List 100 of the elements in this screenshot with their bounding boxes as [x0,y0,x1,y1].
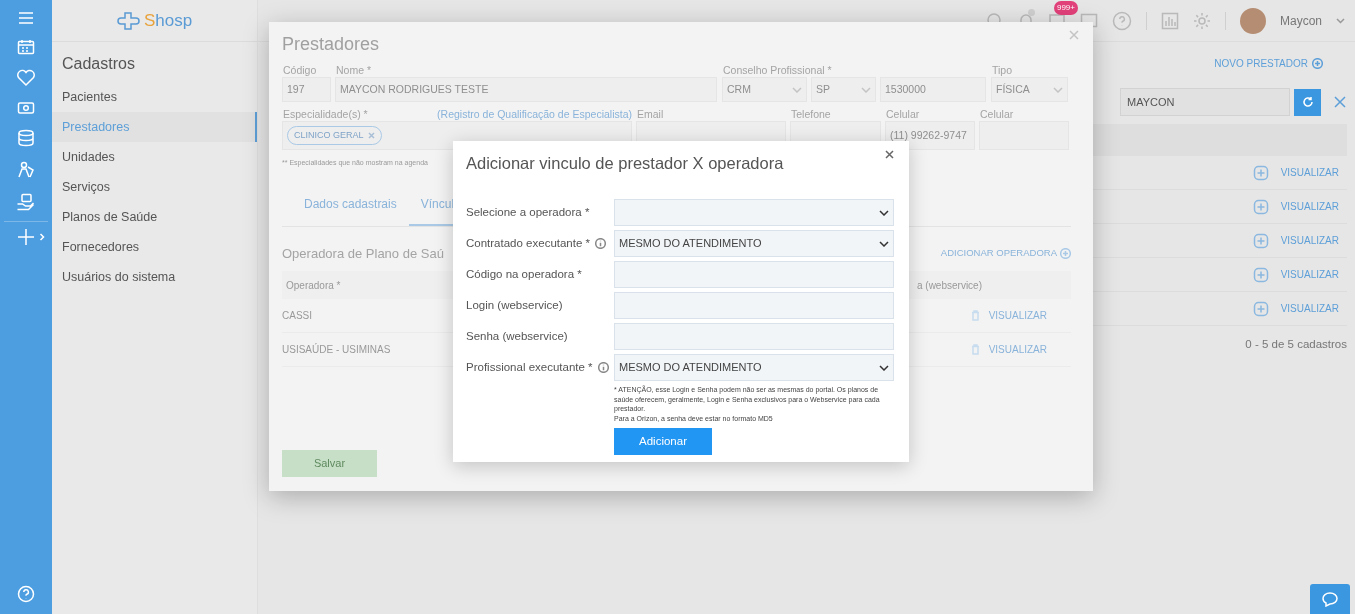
input-field[interactable]: 197 [282,77,331,102]
field-label: Código [282,63,317,77]
input-field[interactable] [614,323,894,350]
sidebar-item[interactable]: Unidades [52,142,257,172]
chevron-down-icon [879,240,889,247]
input-field[interactable] [614,292,894,319]
view-link[interactable]: VISUALIZAR [1280,233,1339,248]
input-field[interactable]: MAYCON RODRIGUES TESTE [335,77,717,102]
chevron-down-icon [861,86,871,93]
select-field[interactable]: SP [811,77,876,102]
chat-icon [1321,591,1339,607]
chevron-down-icon [792,86,802,93]
input-field[interactable]: 1530000 [880,77,986,102]
calendar-icon[interactable] [17,39,35,55]
close-icon [885,150,894,159]
logo-text: Shosp [143,9,193,32]
field-label: Contratado executante * [466,235,591,251]
select-field[interactable]: MESMO DO ATENDIMENTO [614,230,894,257]
database-icon[interactable] [17,129,35,147]
avatar[interactable] [1239,7,1266,34]
plus-icon[interactable] [17,228,35,246]
tab[interactable]: Dados cadastrais [292,184,409,226]
chevron-down-icon [1053,86,1063,93]
hand-icon[interactable] [16,193,36,211]
field-label: Celular [885,107,920,121]
column-header: Operadora * [286,278,341,293]
close-icon [1069,30,1079,40]
qualification-link[interactable]: (Registro de Qualificação de Especialista) [437,107,632,121]
sidebar-item[interactable]: Fornecedores [52,232,257,262]
tag-label: CLINICO GERAL [294,128,364,142]
field-label: Nome * [335,63,371,77]
info-icon[interactable] [595,238,607,249]
column-header: a (webservice) [916,278,982,293]
field-label: Tipo [991,63,1013,77]
new-provider-link[interactable]: NOVO PRESTADOR [1214,56,1308,71]
view-link[interactable]: VISUALIZAR [1280,301,1339,316]
trash-icon[interactable] [970,344,980,355]
chart-icon[interactable] [1160,11,1179,30]
modal-title: Adicionar vinculo de prestador X operadora [466,153,784,173]
view-link[interactable]: VISUALIZAR [1280,199,1339,214]
input-field[interactable]: (11) 99262-9747 [885,121,975,150]
sidebar-item[interactable]: Serviços [52,172,257,202]
save-button[interactable]: Salvar [282,450,377,477]
section-title: Operadora de Plano de Saú [282,244,444,263]
chevron-down-icon[interactable] [1336,17,1345,24]
close-icon[interactable] [1333,95,1347,109]
field-label: Profissional executante * [466,359,593,375]
field-label: Selecione a operadora * [466,204,590,220]
select-field[interactable]: CRM [722,77,807,102]
settings-icon[interactable] [1192,11,1211,30]
people-icon[interactable] [16,161,36,179]
select-field[interactable] [614,199,894,226]
add-operator-link[interactable]: ADICIONAR OPERADORA [940,246,1057,261]
search-field[interactable]: MAYCON [1120,88,1290,116]
field-label: Especialidade(s) * [283,107,368,121]
add-icon[interactable] [1252,164,1269,181]
field-label: Conselho Profissional * [722,63,832,77]
chevron-down-icon [879,364,889,371]
add-icon[interactable] [1252,198,1269,215]
field-label: Email [636,107,664,121]
user-name[interactable]: Maycon [1279,11,1322,30]
trash-icon[interactable] [970,310,980,321]
pagination-text: 0 - 5 de 5 cadastros [1245,337,1347,352]
view-link[interactable]: VISUALIZAR [988,342,1047,357]
money-icon[interactable] [17,101,35,115]
input-field[interactable] [614,261,894,288]
field-label: Login (webservice) [466,297,563,313]
chevron-right-icon[interactable] [39,233,45,241]
view-link[interactable]: VISUALIZAR [1280,267,1339,282]
field-label: Senha (webservice) [466,328,568,344]
help-icon[interactable] [1111,10,1132,31]
table-cell-text: CASSI [282,309,312,323]
field-label: Celular [979,107,1014,121]
plus-circle-icon[interactable] [1312,58,1323,69]
menu-icon[interactable] [17,11,35,25]
chevron-down-icon [879,209,889,216]
field-label: Telefone [790,107,831,121]
chat-button[interactable] [1310,584,1350,614]
view-link[interactable]: VISUALIZAR [1280,165,1339,180]
sidebar-item[interactable]: Pacientes [52,82,257,112]
heart-icon[interactable] [16,69,36,87]
refresh-icon [1301,96,1314,108]
select-field[interactable]: MESMO DO ATENDIMENTO [614,354,894,381]
info-icon[interactable] [597,362,609,373]
add-icon[interactable] [1252,266,1269,283]
add-icon[interactable] [1252,232,1269,249]
select-field[interactable]: FÍSICA [991,77,1068,102]
cloud-cross-icon [116,9,141,32]
plus-circle-icon[interactable] [1060,247,1071,259]
table-cell: USISAÚDE - USIMINAS [282,342,391,357]
add-button[interactable]: Adicionar [614,428,712,455]
sidebar-item[interactable]: Planos de Saúde [52,202,257,232]
refresh-button[interactable] [1294,88,1321,116]
sidebar-item[interactable]: Prestadores [52,112,257,142]
remove-icon[interactable] [367,132,375,139]
view-link[interactable]: VISUALIZAR [988,308,1047,323]
sidebar-item[interactable]: Usuários do sistema [52,262,257,292]
close-button[interactable] [882,150,897,159]
add-icon[interactable] [1252,300,1269,317]
sidebar-title: Cadastros [61,54,136,74]
